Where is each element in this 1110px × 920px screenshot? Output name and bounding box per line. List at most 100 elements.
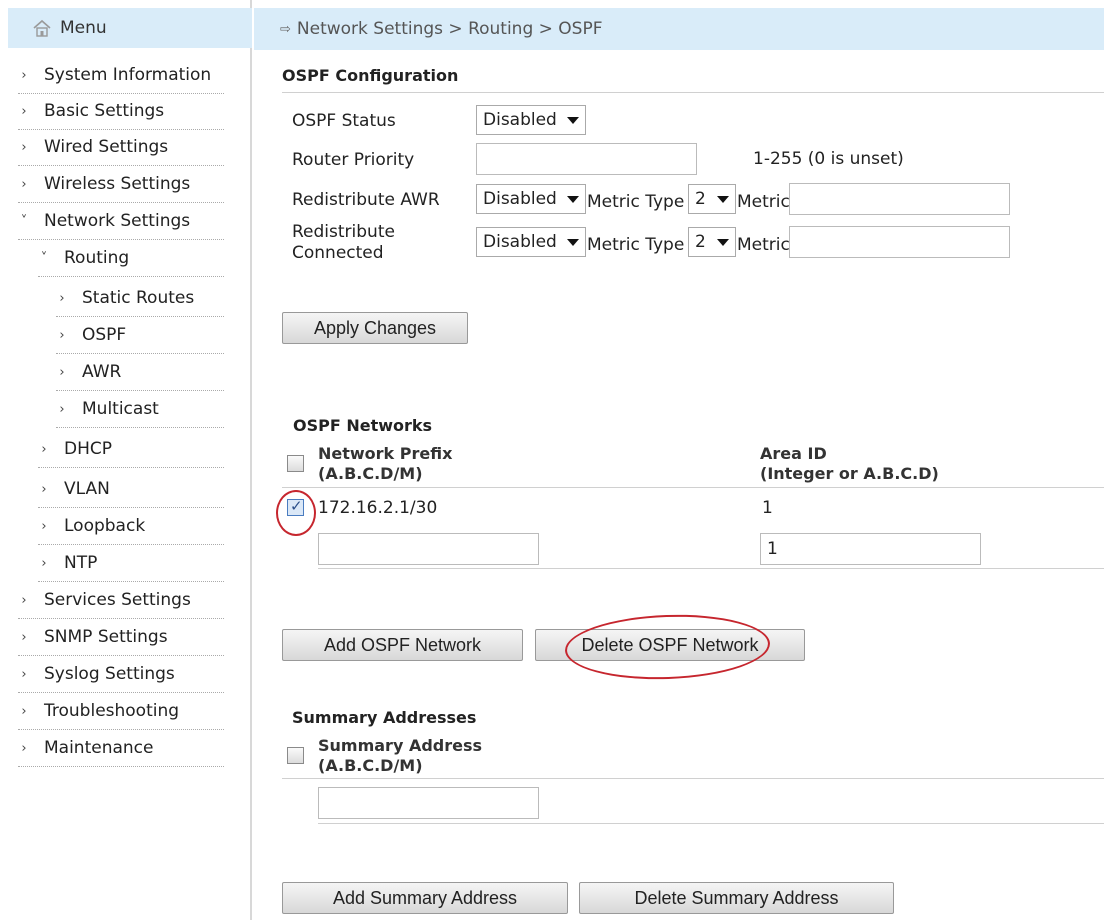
sidebar-item-network-settings[interactable]: ˅ Network Settings bbox=[18, 209, 190, 233]
network-prefix-cell: 172.16.2.1/30 bbox=[318, 498, 438, 518]
summary-header-divider bbox=[282, 778, 1104, 779]
sidebar-item-label: Services Settings bbox=[44, 590, 191, 610]
sidebar-item-label: Routing bbox=[64, 248, 130, 268]
delete-summary-address-button[interactable]: Delete Summary Address bbox=[579, 882, 894, 914]
sidebar: Menu › System Information › Basic Settings… bbox=[0, 0, 252, 920]
sidebar-item-services-settings[interactable]: › Services Settings bbox=[18, 588, 191, 612]
router-priority-label: Router Priority bbox=[292, 150, 415, 170]
metric-type-connected-select[interactable]: 2 bbox=[688, 227, 736, 257]
chevron-right-icon: › bbox=[21, 666, 27, 682]
sidebar-item-basic-settings[interactable]: › Basic Settings bbox=[18, 99, 164, 123]
ospf-configuration-title: OSPF Configuration bbox=[282, 66, 459, 85]
add-ospf-network-button[interactable]: Add OSPF Network bbox=[282, 629, 523, 661]
router-priority-input[interactable] bbox=[476, 143, 697, 175]
chevron-right-icon: › bbox=[21, 740, 27, 756]
chevron-right-icon: › bbox=[41, 481, 47, 497]
chevron-right-icon: › bbox=[21, 703, 27, 719]
sidebar-item-multicast[interactable]: › Multicast bbox=[56, 397, 158, 421]
sidebar-item-wireless-settings[interactable]: › Wireless Settings bbox=[18, 172, 190, 196]
summary-bottom-divider bbox=[318, 823, 1104, 824]
sidebar-item-awr[interactable]: › AWR bbox=[56, 360, 121, 384]
sidebar-item-label: Wired Settings bbox=[44, 137, 169, 157]
table-header-divider bbox=[282, 487, 1104, 488]
metric-connected-input[interactable] bbox=[789, 226, 1010, 258]
select-all-summary-checkbox[interactable] bbox=[287, 747, 304, 764]
redistribute-awr-label: Redistribute AWR bbox=[292, 190, 440, 210]
sidebar-item-label: AWR bbox=[82, 362, 122, 382]
sidebar-item-label: OSPF bbox=[82, 325, 127, 345]
divider bbox=[38, 581, 224, 582]
metric-type-awr-select[interactable]: 2 bbox=[688, 184, 736, 214]
ospf-status-value: Disabled bbox=[483, 110, 557, 130]
divider bbox=[56, 427, 224, 428]
sidebar-item-ospf[interactable]: › OSPF bbox=[56, 323, 126, 347]
network-prefix-header-line2: (A.B.C.D/M) bbox=[318, 464, 423, 483]
chevron-right-icon: › bbox=[41, 518, 47, 534]
new-summary-address-input[interactable] bbox=[318, 787, 539, 819]
metric-awr-input[interactable] bbox=[789, 183, 1010, 215]
metric-type-label: Metric Type bbox=[587, 192, 685, 212]
apply-changes-button[interactable]: Apply Changes bbox=[282, 312, 468, 344]
sidebar-item-label: Static Routes bbox=[82, 288, 195, 308]
sidebar-item-label: Wireless Settings bbox=[44, 174, 191, 194]
ospf-status-label: OSPF Status bbox=[292, 111, 396, 131]
breadcrumb-text: Network Settings > Routing > OSPF bbox=[296, 19, 603, 39]
chevron-right-icon: › bbox=[21, 176, 27, 192]
sidebar-item-snmp-settings[interactable]: › SNMP Settings bbox=[18, 625, 167, 649]
network-prefix-header-line1: Network Prefix bbox=[318, 444, 453, 463]
divider bbox=[18, 655, 224, 656]
divider bbox=[18, 93, 224, 94]
divider bbox=[18, 618, 224, 619]
divider bbox=[38, 544, 224, 545]
divider bbox=[56, 353, 224, 354]
dropdown-caret-icon bbox=[717, 196, 729, 203]
sidebar-item-system-information[interactable]: › System Information bbox=[18, 63, 211, 87]
ospf-networks-title: OSPF Networks bbox=[293, 416, 433, 435]
redistribute-connected-select[interactable]: Disabled bbox=[476, 227, 586, 257]
redistribute-awr-value: Disabled bbox=[483, 189, 557, 209]
sidebar-item-label: VLAN bbox=[64, 479, 110, 499]
divider bbox=[18, 729, 224, 730]
menu-label: Menu bbox=[60, 18, 107, 38]
redistribute-connected-line2: Connected bbox=[292, 243, 384, 263]
new-network-prefix-input[interactable] bbox=[318, 533, 539, 565]
redistribute-awr-select[interactable]: Disabled bbox=[476, 184, 586, 214]
divider bbox=[56, 390, 224, 391]
area-id-header-line2: (Integer or A.B.C.D) bbox=[760, 464, 939, 483]
sidebar-item-ntp[interactable]: › NTP bbox=[38, 551, 97, 575]
summary-address-header-line1: Summary Address bbox=[318, 736, 483, 755]
sidebar-item-syslog-settings[interactable]: › Syslog Settings bbox=[18, 662, 174, 686]
sidebar-item-label: NTP bbox=[64, 553, 98, 573]
divider bbox=[38, 276, 224, 277]
area-id-cell: 1 bbox=[762, 498, 773, 518]
add-summary-address-button[interactable]: Add Summary Address bbox=[282, 882, 568, 914]
dropdown-caret-icon bbox=[567, 117, 579, 124]
sidebar-item-label: DHCP bbox=[64, 439, 112, 459]
router-priority-hint: 1-255 (0 is unset) bbox=[753, 149, 904, 169]
chevron-down-icon: ˅ bbox=[40, 250, 48, 266]
sidebar-item-routing[interactable]: ˅ Routing bbox=[38, 246, 129, 270]
sidebar-item-troubleshooting[interactable]: › Troubleshooting bbox=[18, 699, 179, 723]
sidebar-item-wired-settings[interactable]: › Wired Settings bbox=[18, 135, 168, 159]
sidebar-item-loopback[interactable]: › Loopback bbox=[38, 514, 145, 538]
sidebar-item-vlan[interactable]: › VLAN bbox=[38, 477, 110, 501]
sidebar-item-label: Troubleshooting bbox=[44, 701, 180, 721]
sidebar-item-dhcp[interactable]: › DHCP bbox=[38, 437, 112, 461]
divider bbox=[18, 165, 224, 166]
sidebar-item-static-routes[interactable]: › Static Routes bbox=[56, 286, 194, 310]
divider bbox=[18, 202, 224, 203]
chevron-right-icon: › bbox=[21, 592, 27, 608]
divider bbox=[18, 129, 224, 130]
metric-label: Metric bbox=[737, 235, 790, 255]
ospf-status-select[interactable]: Disabled bbox=[476, 105, 586, 135]
new-area-id-input[interactable]: 1 bbox=[760, 533, 981, 565]
chevron-right-icon: › bbox=[59, 364, 65, 380]
divider bbox=[18, 766, 224, 767]
sidebar-item-label: Basic Settings bbox=[44, 101, 165, 121]
divider bbox=[38, 507, 224, 508]
chevron-right-icon: › bbox=[41, 441, 47, 457]
select-all-networks-checkbox[interactable] bbox=[287, 455, 304, 472]
sidebar-item-label: System Information bbox=[44, 65, 212, 85]
sidebar-item-maintenance[interactable]: › Maintenance bbox=[18, 736, 153, 760]
divider bbox=[18, 239, 224, 240]
